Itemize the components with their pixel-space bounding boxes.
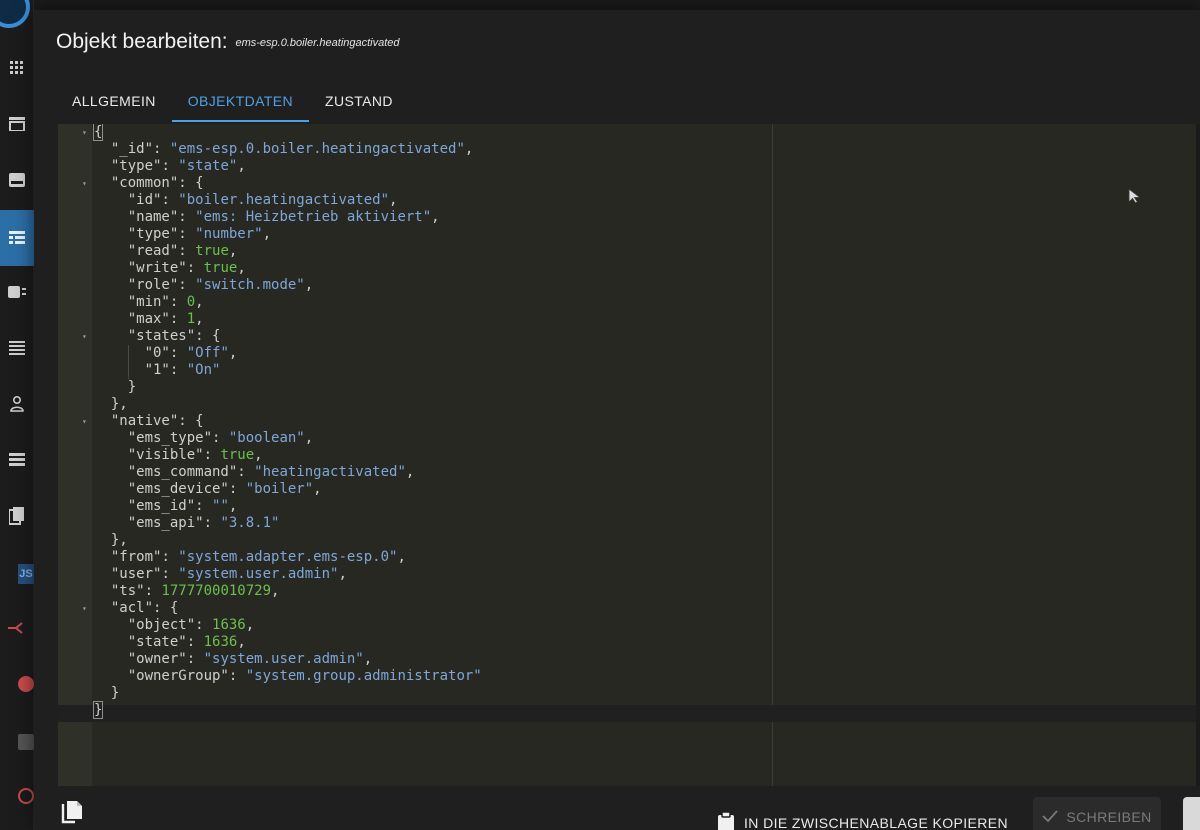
app-sidebar: JS xyxy=(0,0,34,830)
scripts-icon[interactable]: JS xyxy=(18,564,34,584)
code-line: "id": "boiler.heatingactivated", xyxy=(127,192,398,208)
clipboard-icon xyxy=(718,810,734,830)
code-line: "name": "ems: Heizbetrieb aktiviert", xyxy=(127,209,440,225)
tab-allgemein[interactable]: ALLGEMEIN xyxy=(56,80,172,122)
check-icon xyxy=(1042,809,1059,825)
nodes-icon[interactable] xyxy=(0,608,34,648)
logs-icon[interactable] xyxy=(0,328,34,368)
close-button[interactable] xyxy=(1183,797,1200,830)
code-line: "visible": true, xyxy=(127,447,263,463)
code-line: "ownerGroup": "system.group.administrato… xyxy=(127,668,482,684)
record-icon[interactable] xyxy=(18,676,34,692)
files-icon[interactable] xyxy=(0,496,34,536)
adapters-icon[interactable] xyxy=(0,104,34,144)
code-line: "min": 0, xyxy=(127,294,204,310)
iobroker-logo[interactable] xyxy=(0,0,30,28)
code-line: "0": "Off", xyxy=(58,345,1200,362)
edit-object-dialog: Objekt bearbeiten: ems-esp.0.boiler.heat… xyxy=(34,10,1200,830)
code-line: "ts": 1777700010729, xyxy=(110,583,280,599)
fold-arrow-icon[interactable]: ▾ xyxy=(82,328,92,345)
code-line: }, xyxy=(110,532,128,548)
code-line: "user": "system.user.admin", xyxy=(110,566,347,582)
dialog-object-id: ems-esp.0.boiler.heatingactivated xyxy=(235,37,400,49)
code-line: "role": "switch.mode", xyxy=(127,277,314,293)
code-line: } xyxy=(92,701,104,719)
code-line: } xyxy=(127,379,137,395)
tab-objektdaten[interactable]: OBJEKTDATEN xyxy=(171,80,310,122)
code-line: "type": "state", xyxy=(110,158,246,174)
dashboard-icon[interactable] xyxy=(0,48,34,88)
code-line: "1": "On" xyxy=(58,362,1200,379)
write-button[interactable]: SCHREIBEN xyxy=(1033,797,1161,830)
code-line: ▾ "acl": { xyxy=(82,600,179,617)
app-window: JS Objekt bearbeiten: ems-esp.0.boiler.h… xyxy=(0,0,1200,830)
code-line: "from": "system.adapter.ems-esp.0", xyxy=(110,549,406,565)
app-top-bar xyxy=(34,0,1200,10)
dialog-footer: IN DIE ZWISCHENABLAGE KOPIEREN SCHREIBEN xyxy=(34,786,1200,830)
hosts-icon[interactable] xyxy=(0,440,34,480)
dialog-tabs: ALLGEMEIN OBJEKTDATEN ZUSTAND xyxy=(56,80,409,122)
code-line: "ems_command": "heatingactivated", xyxy=(127,464,415,480)
json-editor[interactable]: ▾{ "_id": "ems-esp.0.boiler.heatingactiv… xyxy=(58,124,1200,786)
instances-icon[interactable] xyxy=(0,160,34,200)
fold-arrow-icon[interactable]: ▾ xyxy=(82,124,92,141)
code-line: "max": 1, xyxy=(127,311,204,327)
write-button-label: SCHREIBEN xyxy=(1066,809,1152,825)
backup-icon[interactable] xyxy=(18,788,34,804)
dialog-title-label: Objekt bearbeiten: xyxy=(56,30,228,53)
code-line: } xyxy=(110,685,120,701)
code-line: "ems_id": "", xyxy=(127,498,238,514)
code-line: "ems_type": "boolean", xyxy=(127,430,314,446)
terminal-icon[interactable] xyxy=(18,734,34,750)
copy-icon[interactable] xyxy=(60,800,84,826)
code-line: "read": true, xyxy=(127,243,238,259)
fold-arrow-icon[interactable]: ▾ xyxy=(82,175,92,192)
users-icon[interactable] xyxy=(0,384,34,424)
copy-to-clipboard-button[interactable]: IN DIE ZWISCHENABLAGE KOPIEREN xyxy=(718,808,1008,830)
code-line: "ems_api": "3.8.1" xyxy=(127,515,280,531)
enums-icon[interactable] xyxy=(0,272,34,312)
code-line: "_id": "ems-esp.0.boiler.heatingactivate… xyxy=(110,141,474,157)
code-line: ▾ "native": { xyxy=(82,413,204,430)
editor-scrollbar[interactable] xyxy=(1196,124,1200,786)
code-line: "write": true, xyxy=(127,260,246,276)
copy-button-label: IN DIE ZWISCHENABLAGE KOPIEREN xyxy=(744,815,1009,830)
code-line: "ems_device": "boiler", xyxy=(127,481,322,497)
fold-arrow-icon[interactable]: ▾ xyxy=(82,413,92,430)
code-line: ▾{ xyxy=(82,124,104,141)
code-line: ▾ "states": { xyxy=(82,328,221,345)
code-line: "owner": "system.user.admin", xyxy=(127,651,373,667)
fold-arrow-icon[interactable]: ▾ xyxy=(82,600,92,617)
code-line: ▾ "common": { xyxy=(82,175,204,192)
code-line: "state": 1636, xyxy=(127,634,246,650)
code-line: }, xyxy=(110,396,128,412)
code-line: "type": "number", xyxy=(127,226,272,242)
code-line: "object": 1636, xyxy=(127,617,255,633)
code-lines[interactable]: ▾{ "_id": "ems-esp.0.boiler.heatingactiv… xyxy=(58,124,1200,719)
tab-zustand[interactable]: ZUSTAND xyxy=(309,80,409,122)
objects-icon[interactable] xyxy=(0,210,34,266)
dialog-title: Objekt bearbeiten: ems-esp.0.boiler.heat… xyxy=(56,30,400,54)
cursor-icon xyxy=(1128,188,1142,209)
